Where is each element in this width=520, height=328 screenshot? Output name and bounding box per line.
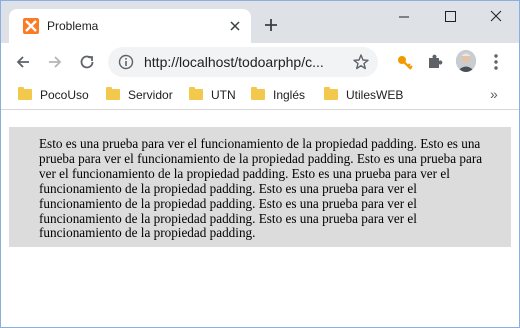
maximize-button[interactable] bbox=[427, 1, 473, 33]
bookmark-utn[interactable]: UTN bbox=[189, 87, 236, 103]
bookmark-label: UTN bbox=[211, 88, 236, 102]
folder-icon bbox=[251, 87, 265, 100]
folder-icon bbox=[18, 87, 32, 100]
key-icon[interactable] bbox=[395, 52, 415, 72]
chevron-double-right-icon[interactable]: » bbox=[490, 86, 498, 102]
bookmark-label: Inglés bbox=[273, 88, 306, 102]
padded-paragraph: Esto es una prueba para ver el funcionam… bbox=[9, 127, 511, 248]
folder-icon bbox=[189, 87, 203, 100]
reload-icon[interactable] bbox=[78, 53, 96, 71]
arrow-right-icon[interactable] bbox=[46, 53, 64, 71]
address-bar[interactable]: http://localhost/todoarphp/c... bbox=[108, 47, 378, 77]
star-icon[interactable] bbox=[352, 53, 370, 71]
bookmark-label: PocoUso bbox=[40, 88, 89, 102]
kebab-menu-icon[interactable] bbox=[493, 53, 499, 71]
window-close-button[interactable] bbox=[473, 1, 519, 33]
avatar[interactable] bbox=[456, 50, 476, 72]
bookmark-ingles[interactable]: Inglés bbox=[251, 87, 305, 103]
tab-title: Problema bbox=[47, 19, 99, 33]
xampp-icon bbox=[23, 18, 39, 34]
browser-window: Problema http://localhost/todoarphp/c...… bbox=[0, 0, 520, 328]
close-icon[interactable] bbox=[227, 18, 243, 34]
page-viewport: Esto es una prueba para ver el funcionam… bbox=[1, 111, 519, 327]
minimize-button[interactable] bbox=[381, 1, 427, 33]
url-text[interactable]: http://localhost/todoarphp/c... bbox=[144, 54, 344, 70]
bookmark-utilesweb[interactable]: UtilesWEB bbox=[324, 87, 403, 103]
bookmark-pocouso[interactable]: PocoUso bbox=[18, 87, 89, 103]
browser-toolbar: http://localhost/todoarphp/c... bbox=[1, 43, 519, 80]
info-icon[interactable] bbox=[118, 54, 134, 70]
tab-problema[interactable]: Problema bbox=[9, 9, 251, 43]
plus-icon[interactable] bbox=[263, 17, 279, 33]
bookmark-label: Servidor bbox=[128, 88, 173, 102]
bookmarks-bar: PocoUso Servidor UTN Inglés UtilesWEB » bbox=[1, 80, 519, 110]
folder-icon bbox=[324, 87, 338, 100]
arrow-left-icon[interactable] bbox=[14, 53, 32, 71]
bookmark-label: UtilesWEB bbox=[346, 88, 404, 102]
folder-icon bbox=[106, 87, 120, 100]
tab-strip: Problema bbox=[1, 1, 519, 43]
bookmark-servidor[interactable]: Servidor bbox=[106, 87, 173, 103]
puzzle-icon[interactable] bbox=[425, 52, 445, 72]
